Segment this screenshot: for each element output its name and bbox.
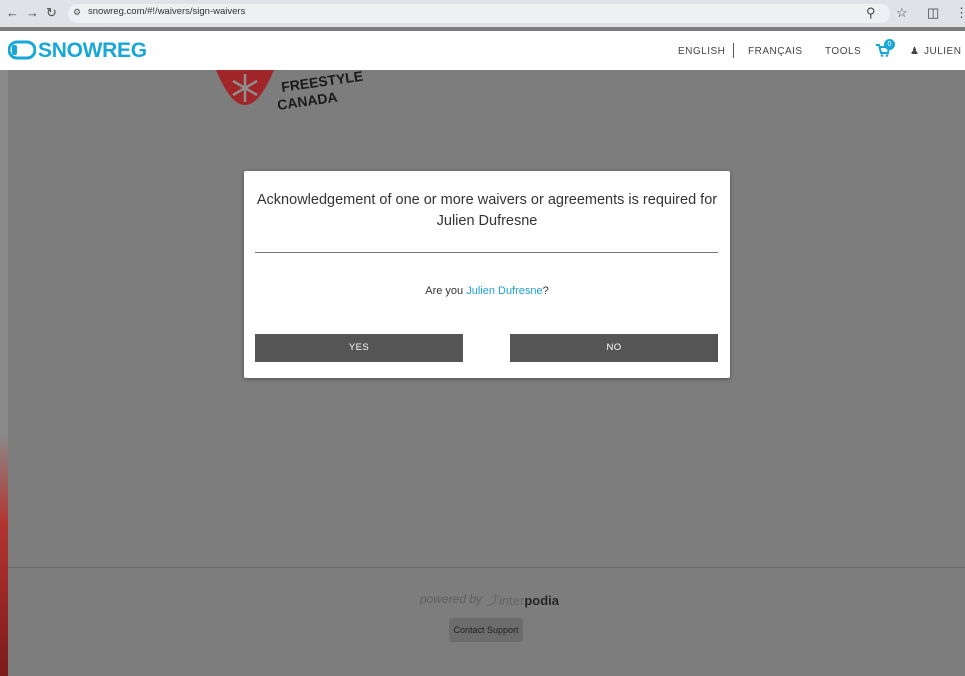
- interpodia-bold: podia: [524, 593, 559, 608]
- browser-toolbar: ← → ↻ ⚙ snowreg.com/#!/waivers/sign-waiv…: [0, 0, 965, 27]
- back-icon[interactable]: ←: [6, 6, 19, 20]
- extensions-puzzle-icon[interactable]: ◫: [927, 5, 939, 21]
- url-text[interactable]: snowreg.com/#!/waivers/sign-waivers: [88, 6, 245, 17]
- menu-kebab-icon[interactable]: ⋮: [955, 5, 965, 21]
- participant-name-link[interactable]: Julien Dufresne: [466, 285, 542, 297]
- nav-tools[interactable]: TOOLS: [825, 46, 861, 57]
- forward-icon[interactable]: →: [26, 6, 39, 20]
- left-background-strip: [0, 70, 8, 676]
- site-settings-icon[interactable]: ⚙: [73, 7, 81, 18]
- user-menu[interactable]: JULIEN: [924, 46, 961, 57]
- cart-count-badge: 0: [884, 39, 895, 50]
- nav-english[interactable]: ENGLISH: [678, 46, 725, 57]
- contact-support-button[interactable]: Contact Support: [449, 618, 523, 642]
- user-icon[interactable]: ♟: [910, 46, 919, 57]
- logo-text[interactable]: SNOWREG: [38, 39, 147, 63]
- freestyle-canada-logo: FREESTYLE CANADA: [216, 70, 364, 113]
- bookmark-star-icon[interactable]: ☆: [896, 5, 908, 21]
- extension-icon[interactable]: ⚲: [866, 5, 876, 21]
- interpodia-light: inter: [499, 593, 525, 608]
- powered-by-text: powered by: [420, 592, 483, 606]
- no-button[interactable]: NO: [510, 334, 718, 362]
- site-header: SNOWREG ENGLISH FRANÇAIS TOOLS 0 ♟ JULIE…: [0, 31, 965, 70]
- question-suffix: ?: [542, 285, 549, 297]
- nav-separator: [733, 43, 734, 58]
- modal-title: Acknowledgement of one or more waivers o…: [256, 192, 718, 229]
- modal-divider: [255, 252, 718, 253]
- yes-button[interactable]: YES: [255, 334, 463, 362]
- snowreg-logo-icon[interactable]: [8, 40, 36, 60]
- reload-icon[interactable]: ↻: [46, 6, 57, 20]
- footer-divider: [8, 567, 965, 568]
- identity-question: Are you Julien Dufresne?: [244, 285, 730, 297]
- waiver-modal: Acknowledgement of one or more waivers o…: [244, 171, 730, 378]
- question-prefix: Are you: [425, 285, 467, 297]
- interpodia-arrow-icon: ⤴: [486, 593, 500, 608]
- interpodia-logo[interactable]: ⤴interpodia: [486, 590, 559, 609]
- nav-francais[interactable]: FRANÇAIS: [748, 46, 803, 57]
